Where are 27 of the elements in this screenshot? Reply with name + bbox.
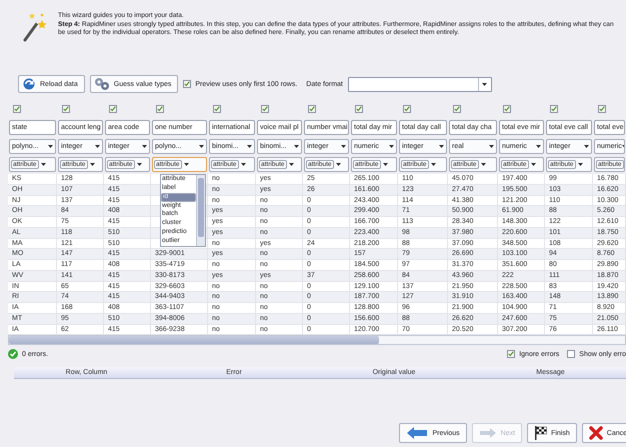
checkbox[interactable] (213, 105, 221, 114)
scrollbar[interactable] (196, 175, 205, 246)
checkbox[interactable] (453, 105, 461, 114)
checkbox[interactable] (355, 105, 363, 114)
horizontal-scrollbar[interactable] (8, 335, 626, 346)
date-format-field[interactable] (348, 76, 492, 92)
gears-icon (94, 77, 110, 91)
checkbox[interactable] (598, 105, 606, 114)
checkbox[interactable] (13, 105, 21, 114)
right-arrow-icon (478, 428, 497, 438)
check-circle-icon (8, 349, 18, 360)
checkbox[interactable] (550, 105, 558, 114)
checkbox[interactable] (183, 80, 192, 88)
reload-icon (22, 77, 36, 91)
checkbox[interactable] (156, 105, 164, 114)
checkbox[interactable] (403, 105, 411, 114)
checkbox[interactable] (567, 350, 576, 358)
checkbox[interactable] (507, 350, 516, 358)
close-icon (588, 426, 603, 440)
checkbox[interactable] (261, 105, 269, 114)
checkbox[interactable] (503, 105, 511, 114)
checkbox[interactable] (109, 105, 117, 114)
checkered-flag-icon (534, 426, 548, 440)
magic-wand-icon (22, 12, 48, 42)
checkbox[interactable] (308, 105, 316, 114)
left-arrow-icon (406, 427, 428, 439)
checkbox[interactable] (62, 105, 70, 114)
